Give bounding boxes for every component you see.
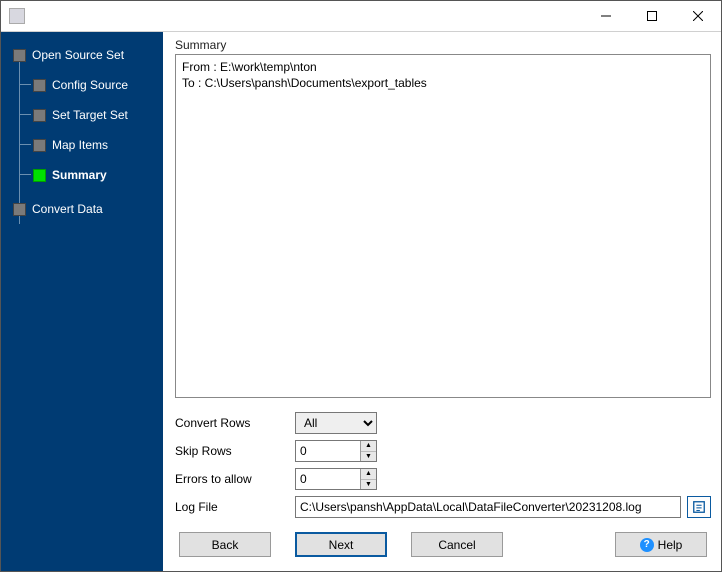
summary-from-line: From : E:\work\temp\nton — [182, 59, 704, 75]
wizard-step-open-source-set[interactable]: Open Source Set — [5, 40, 159, 70]
convert-rows-label: Convert Rows — [175, 416, 295, 430]
app-window: Open Source Set Config Source Set Target… — [0, 0, 722, 572]
skip-rows-label: Skip Rows — [175, 444, 295, 458]
maximize-button[interactable] — [629, 1, 675, 31]
summary-heading: Summary — [175, 38, 711, 52]
skip-rows-down[interactable]: ▼ — [361, 452, 376, 462]
step-icon — [33, 139, 46, 152]
errors-allow-down[interactable]: ▼ — [361, 480, 376, 490]
convert-rows-select[interactable]: All — [295, 412, 377, 434]
minimize-button[interactable] — [583, 1, 629, 31]
log-file-input[interactable] — [295, 496, 681, 518]
step-label: Config Source — [52, 78, 128, 92]
errors-allow-input[interactable] — [296, 469, 360, 489]
step-icon — [33, 79, 46, 92]
log-file-label: Log File — [175, 500, 295, 514]
step-label: Summary — [52, 168, 107, 182]
errors-allow-label: Errors to allow — [175, 472, 295, 486]
cancel-button[interactable]: Cancel — [411, 532, 503, 557]
step-label: Map Items — [52, 138, 108, 152]
step-icon — [13, 49, 26, 62]
log-file-browse-button[interactable] — [687, 496, 711, 518]
step-label: Open Source Set — [32, 48, 124, 62]
step-label: Convert Data — [32, 202, 103, 216]
wizard-button-bar: Back Next Cancel ? Help — [175, 524, 711, 561]
app-icon — [9, 8, 25, 24]
step-icon — [13, 203, 26, 216]
next-button[interactable]: Next — [295, 532, 387, 557]
wizard-step-summary[interactable]: Summary — [5, 160, 159, 190]
skip-rows-input[interactable] — [296, 441, 360, 461]
wizard-step-map-items[interactable]: Map Items — [5, 130, 159, 160]
content-pane: Summary From : E:\work\temp\nton To : C:… — [167, 32, 721, 571]
step-icon — [33, 109, 46, 122]
titlebar — [1, 1, 721, 31]
step-label: Set Target Set — [52, 108, 128, 122]
step-icon — [33, 169, 46, 182]
window-controls — [583, 1, 721, 31]
wizard-sidebar: Open Source Set Config Source Set Target… — [1, 32, 163, 571]
browse-icon — [692, 500, 706, 514]
skip-rows-spinner[interactable]: ▲ ▼ — [295, 440, 377, 462]
wizard-step-config-source[interactable]: Config Source — [5, 70, 159, 100]
skip-rows-up[interactable]: ▲ — [361, 441, 376, 452]
summary-textarea[interactable]: From : E:\work\temp\nton To : C:\Users\p… — [175, 54, 711, 398]
close-button[interactable] — [675, 1, 721, 31]
help-button[interactable]: ? Help — [615, 532, 707, 557]
wizard-step-convert-data[interactable]: Convert Data — [5, 194, 159, 224]
summary-to-line: To : C:\Users\pansh\Documents\export_tab… — [182, 75, 704, 91]
back-button[interactable]: Back — [179, 532, 271, 557]
help-icon: ? — [640, 538, 654, 552]
errors-allow-up[interactable]: ▲ — [361, 469, 376, 480]
wizard-step-set-target-set[interactable]: Set Target Set — [5, 100, 159, 130]
options-panel: Convert Rows All Skip Rows ▲ ▼ — [175, 412, 711, 524]
errors-allow-spinner[interactable]: ▲ ▼ — [295, 468, 377, 490]
